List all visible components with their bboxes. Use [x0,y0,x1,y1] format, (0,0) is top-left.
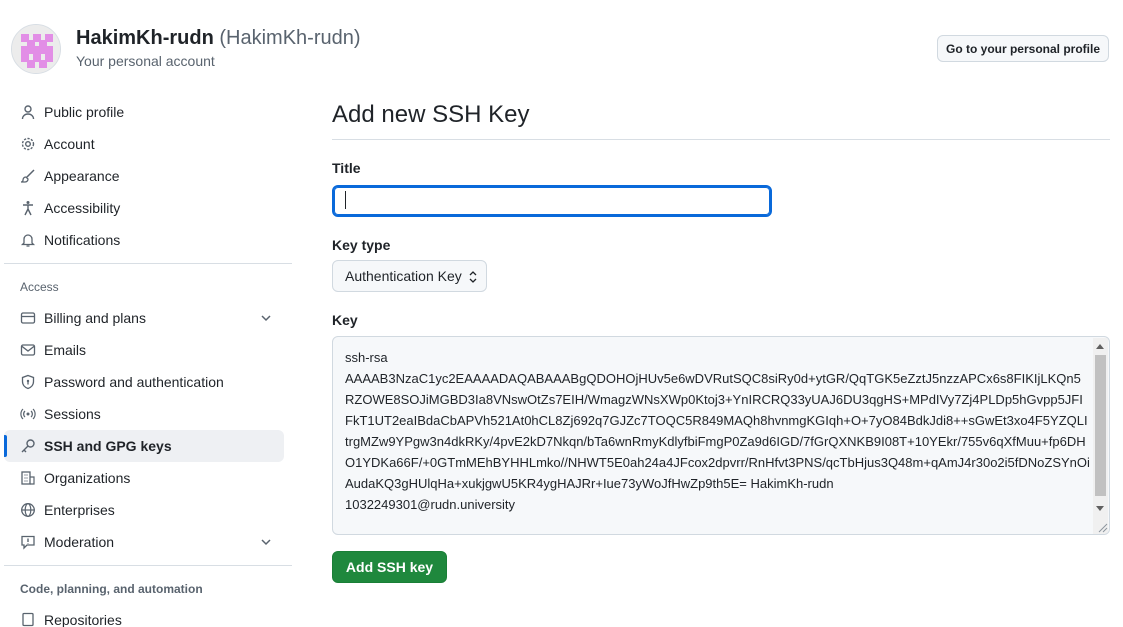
go-to-profile-button[interactable]: Go to your personal profile [937,35,1109,62]
credit-card-icon [19,309,37,327]
key-type-value: Authentication Key [345,268,462,284]
ssh-key-form: Add new SSH Key Title Key type Authentic… [332,96,1110,583]
key-scrollbar[interactable] [1093,338,1108,534]
sidebar-item-accessibility[interactable]: Accessibility [4,192,284,224]
sidebar-item-label: SSH and GPG keys [44,438,172,454]
accessibility-icon [19,199,37,217]
sidebar-heading-code: Code, planning, and automation [20,582,203,596]
report-icon [19,533,37,551]
gear-icon [19,135,37,153]
sidebar-item-sessions[interactable]: Sessions [4,398,284,430]
page-title: Add new SSH Key [332,101,1110,140]
sidebar-item-label: Notifications [44,232,121,248]
chevron-down-icon[interactable] [258,310,274,326]
sidebar-item-label: Public profile [44,104,125,120]
account-name: HakimKh-rudn (HakimKh-rudn) [76,27,361,50]
scroll-down-icon[interactable] [1096,506,1104,511]
sidebar-item-enterprises[interactable]: Enterprises [4,494,284,526]
sidebar-item-label: Repositories [44,612,122,627]
person-icon [19,103,37,121]
key-type-select[interactable]: Authentication Key [332,260,487,292]
sidebar-item-account[interactable]: Account [4,128,284,160]
account-header: HakimKh-rudn (HakimKh-rudn) Your persona… [0,0,1123,90]
sidebar-item-public-profile[interactable]: Public profile [4,96,284,128]
sidebar-item-label: Moderation [44,534,115,550]
resize-handle-icon[interactable] [1096,521,1108,533]
sidebar-item-billing[interactable]: Billing and plans [4,302,284,334]
title-input[interactable] [332,185,772,217]
text-caret [345,191,346,209]
sidebar-item-notifications[interactable]: Notifications [4,224,284,256]
chevron-down-icon[interactable] [258,534,274,550]
sidebar-divider [4,565,292,566]
sidebar-item-appearance[interactable]: Appearance [4,160,284,192]
bell-icon [19,231,37,249]
sidebar-item-repositories[interactable]: Repositories [4,604,284,627]
key-textarea-content: ssh-rsa AAAAB3NzaC1yc2EAAAADAQABAAABgQDO… [345,350,1090,512]
sidebar-item-label: Billing and plans [44,310,146,326]
paintbrush-icon [19,167,37,185]
sidebar-item-label: Enterprises [44,502,115,518]
avatar[interactable] [11,24,61,74]
sidebar-item-emails[interactable]: Emails [4,334,284,366]
organization-icon [19,469,37,487]
identicon-icon [12,25,60,73]
sidebar-divider [4,263,292,264]
select-arrows-icon [469,271,477,283]
sidebar-item-label: Password and authentication [44,374,224,390]
account-subtitle: Your personal account [76,53,215,69]
title-label: Title [332,160,361,176]
sidebar-heading-access: Access [20,280,59,294]
repo-icon [19,611,37,627]
settings-sidebar: Public profile Account Appearance Access… [4,96,292,627]
scroll-up-icon[interactable] [1096,344,1104,349]
sidebar-item-label: Sessions [44,406,101,422]
scroll-thumb[interactable] [1095,355,1106,496]
broadcast-icon [19,405,37,423]
key-icon [19,437,37,455]
shield-lock-icon [19,373,37,391]
sidebar-item-organizations[interactable]: Organizations [4,462,284,494]
key-label: Key [332,312,358,328]
sidebar-item-label: Accessibility [44,200,121,216]
sidebar-item-label: Organizations [44,470,131,486]
sidebar-item-label: Emails [44,342,87,358]
add-ssh-key-button[interactable]: Add SSH key [332,551,447,583]
sidebar-item-moderation[interactable]: Moderation [4,526,284,558]
sidebar-item-ssh-gpg-keys[interactable]: SSH and GPG keys [4,430,284,462]
key-textarea[interactable]: ssh-rsa AAAAB3NzaC1yc2EAAAADAQABAAABgQDO… [332,336,1110,535]
sidebar-item-label: Appearance [44,168,120,184]
globe-icon [19,501,37,519]
mail-icon [19,341,37,359]
sidebar-item-password[interactable]: Password and authentication [4,366,284,398]
login-name: (HakimKh-rudn) [219,27,361,49]
key-type-label: Key type [332,237,391,253]
display-name: HakimKh-rudn [76,27,214,49]
sidebar-item-label: Account [44,136,95,152]
